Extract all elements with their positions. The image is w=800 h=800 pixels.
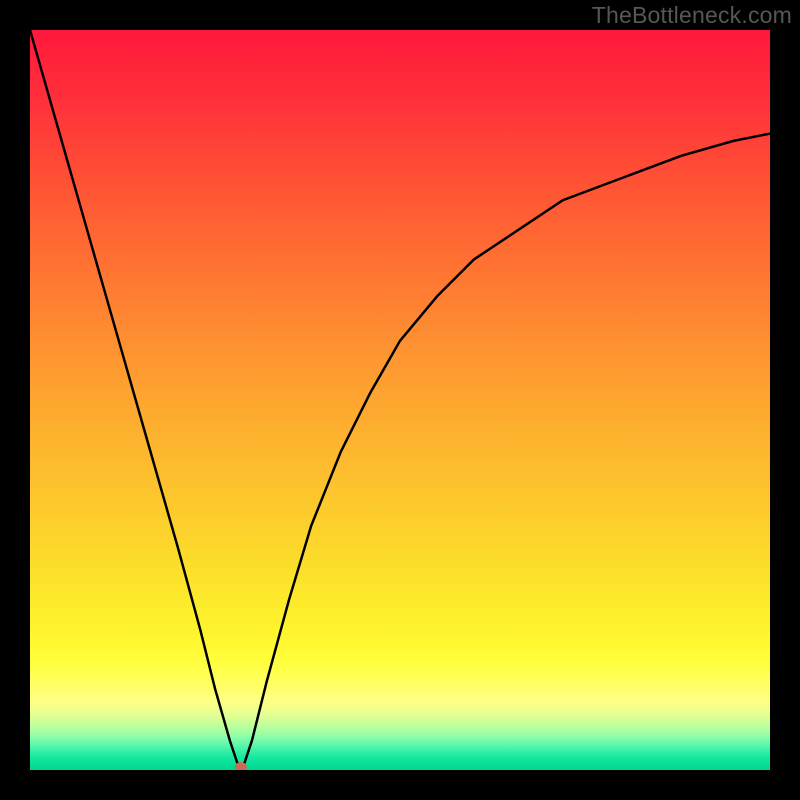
curve-svg	[30, 30, 770, 770]
watermark: TheBottleneck.com	[592, 2, 792, 29]
chart-frame: TheBottleneck.com	[0, 0, 800, 800]
bottleneck-curve	[30, 30, 770, 770]
plot-area	[30, 30, 770, 770]
